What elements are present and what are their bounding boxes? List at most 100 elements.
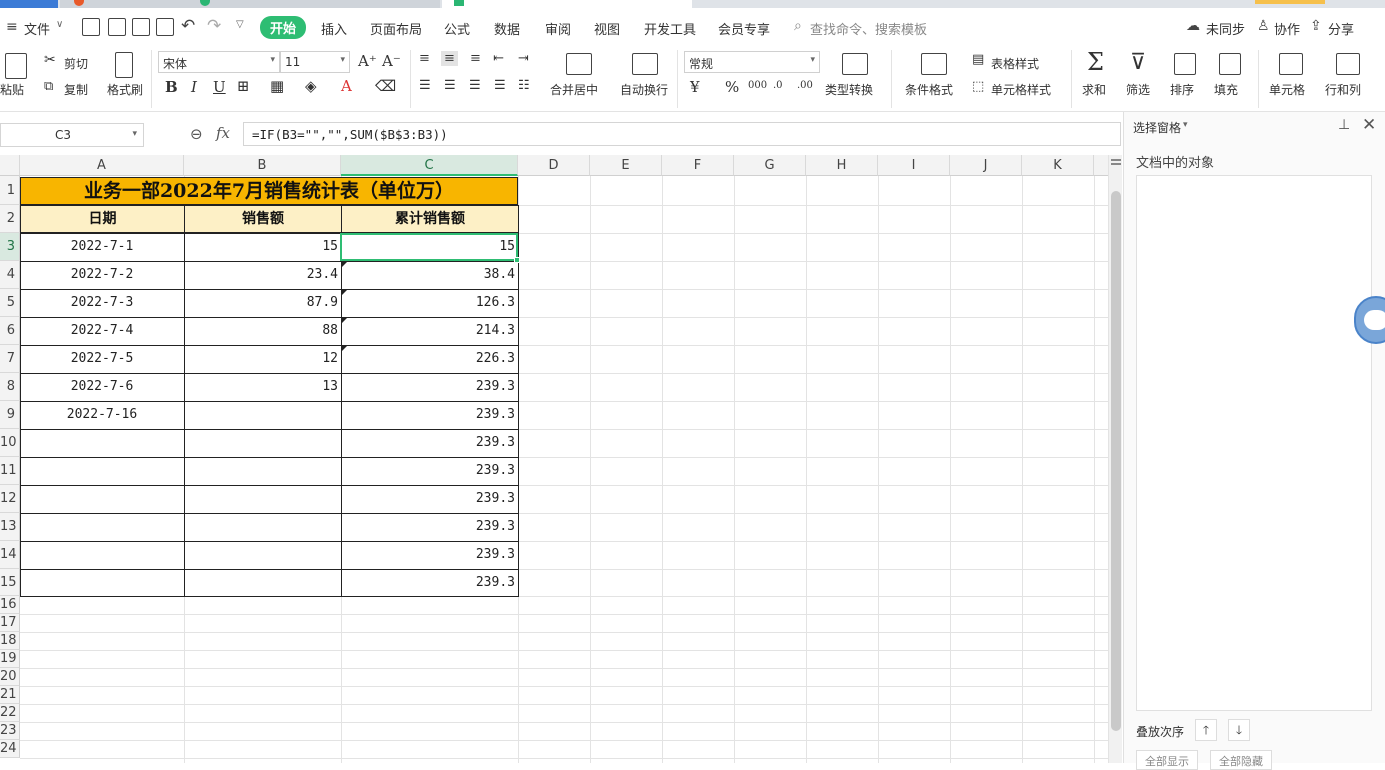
objects-list[interactable] — [1136, 175, 1372, 711]
align-middle-icon[interactable]: ≡ — [441, 51, 458, 66]
tab-formulas[interactable]: 公式 — [444, 19, 470, 38]
print-icon[interactable] — [132, 18, 150, 36]
save-icon[interactable] — [82, 18, 100, 36]
italic-icon[interactable]: I — [191, 78, 197, 96]
fx-icon[interactable]: fx — [216, 124, 230, 142]
row-header-13[interactable]: 13 — [0, 513, 20, 541]
column-header-a[interactable]: A — [20, 155, 184, 176]
column-header-j[interactable]: J — [950, 155, 1022, 176]
collab-button[interactable]: 协作 — [1274, 19, 1300, 38]
active-cell-selection[interactable] — [340, 233, 520, 263]
number-format-select[interactable]: 常规 ▾ — [684, 51, 820, 73]
row-header-20[interactable]: 20 — [0, 668, 20, 686]
sync-status[interactable]: 未同步 — [1206, 19, 1245, 38]
table-header-2[interactable]: 销售额 — [184, 205, 342, 233]
row-header-3[interactable]: 3 — [0, 233, 20, 261]
table-cell[interactable] — [20, 485, 184, 513]
row-header-1[interactable]: 1 — [0, 176, 20, 205]
wrap-text-button[interactable]: 自动换行 — [620, 81, 668, 98]
file-menu[interactable]: 文件 — [24, 19, 50, 38]
bold-icon[interactable]: B — [165, 78, 178, 96]
table-cell[interactable]: 239.3 — [341, 541, 518, 569]
table-cell[interactable]: 226.3 — [341, 345, 518, 373]
table-cell[interactable] — [20, 541, 184, 569]
table-cell[interactable] — [184, 485, 341, 513]
table-cell[interactable] — [184, 429, 341, 457]
error-indicator-icon[interactable] — [342, 318, 347, 323]
indent-increase-icon[interactable]: ⇥ — [518, 51, 529, 66]
align-center-icon[interactable]: ☰ — [444, 78, 456, 93]
row-header-24[interactable]: 24 — [0, 740, 20, 758]
table-title[interactable]: 业务一部2022年7月销售统计表（单位万） — [20, 177, 518, 205]
table-cell[interactable]: 87.9 — [184, 289, 341, 317]
tab-member[interactable]: 会员专享 — [718, 19, 770, 38]
table-cell[interactable]: 239.3 — [341, 429, 518, 457]
table-header-3[interactable]: 累计销售额 — [341, 205, 519, 233]
column-header-k[interactable]: K — [1022, 155, 1094, 176]
format-painter-icon[interactable] — [115, 52, 133, 78]
selection-pane-title[interactable]: 选择窗格 — [1133, 119, 1181, 136]
paste-button[interactable]: 粘贴 — [0, 81, 24, 98]
distribute-icon[interactable]: ☷ — [518, 78, 530, 93]
table-cell[interactable]: 2022-7-2 — [20, 261, 184, 289]
row-header-6[interactable]: 6 — [0, 317, 20, 345]
conditional-format-icon[interactable] — [921, 53, 947, 75]
name-box[interactable]: C3 ▾ — [0, 123, 144, 147]
table-cell[interactable] — [184, 513, 341, 541]
copy-button[interactable]: 复制 — [64, 81, 88, 98]
cell-button[interactable]: 单元格 — [1269, 81, 1305, 98]
show-all-button[interactable]: 全部显示 — [1136, 750, 1198, 770]
table-cell[interactable]: 239.3 — [341, 457, 518, 485]
print-preview-icon[interactable] — [156, 18, 174, 36]
quick-access-chevron-icon[interactable]: ▽ — [236, 19, 244, 30]
column-header-h[interactable]: H — [806, 155, 878, 176]
table-cell[interactable]: 2022-7-3 — [20, 289, 184, 317]
error-indicator-icon[interactable] — [342, 346, 347, 351]
column-header-d[interactable]: D — [518, 155, 590, 176]
percent-icon[interactable]: % — [725, 78, 739, 96]
table-cell[interactable] — [20, 513, 184, 541]
row-header-15[interactable]: 15 — [0, 569, 20, 596]
move-down-button[interactable]: 🡓 — [1228, 719, 1250, 741]
indent-decrease-icon[interactable]: ⇤ — [493, 51, 504, 66]
tab-data[interactable]: 数据 — [494, 19, 520, 38]
thousands-icon[interactable]: 000 — [748, 80, 767, 91]
table-cell[interactable]: 23.4 — [184, 261, 341, 289]
vertical-scrollbar[interactable] — [1108, 155, 1122, 763]
format-painter-button[interactable]: 格式刷 — [107, 81, 143, 98]
row-header-9[interactable]: 9 — [0, 401, 20, 429]
hamburger-icon[interactable]: ≡ — [6, 19, 18, 35]
spreadsheet-grid[interactable]: A B C D E F G H I J K 1 2 3 4 5 6 7 8 9 10 11 12 13 14 15 16 17 18 19… — [0, 155, 1108, 763]
table-cell[interactable]: 239.3 — [341, 401, 518, 429]
row-header-5[interactable]: 5 — [0, 289, 20, 317]
column-header-i[interactable]: I — [878, 155, 950, 176]
decrease-decimal-icon[interactable]: .00 — [797, 80, 813, 91]
hide-all-button[interactable]: 全部隐藏 — [1210, 750, 1272, 770]
increase-decimal-icon[interactable]: .0 — [773, 80, 783, 91]
chevron-down-icon[interactable]: ▾ — [1183, 120, 1188, 130]
column-header-b[interactable]: B — [184, 155, 341, 176]
fill-button[interactable]: 填充 — [1214, 81, 1238, 98]
table-header-1[interactable]: 日期 — [20, 205, 185, 233]
pin-icon[interactable]: ⊥ — [1338, 117, 1350, 133]
tab-review[interactable]: 审阅 — [545, 19, 571, 38]
fill-color-icon[interactable]: ◈ — [305, 77, 317, 95]
document-tab-inactive[interactable] — [60, 0, 440, 8]
scrollbar-thumb[interactable] — [1111, 191, 1121, 731]
table-cell[interactable]: 2022-7-1 — [20, 233, 184, 261]
row-header-23[interactable]: 23 — [0, 722, 20, 740]
table-cell[interactable]: 88 — [184, 317, 341, 345]
column-header-overflow[interactable] — [1094, 155, 1108, 176]
row-header-2[interactable]: 2 — [0, 205, 20, 233]
row-header-4[interactable]: 4 — [0, 261, 20, 289]
table-style-button[interactable]: 表格样式 — [991, 55, 1039, 72]
fill-handle[interactable] — [514, 257, 520, 263]
split-handle[interactable] — [1111, 159, 1121, 161]
merge-center-icon[interactable] — [566, 53, 592, 75]
chevron-down-icon[interactable]: ∨ — [56, 19, 63, 30]
underline-icon[interactable]: U — [213, 78, 226, 96]
row-col-icon[interactable] — [1336, 53, 1360, 75]
close-icon[interactable]: ✕ — [1362, 115, 1376, 135]
table-cell[interactable]: 239.3 — [341, 373, 518, 401]
table-cell[interactable]: 2022-7-16 — [20, 401, 184, 429]
